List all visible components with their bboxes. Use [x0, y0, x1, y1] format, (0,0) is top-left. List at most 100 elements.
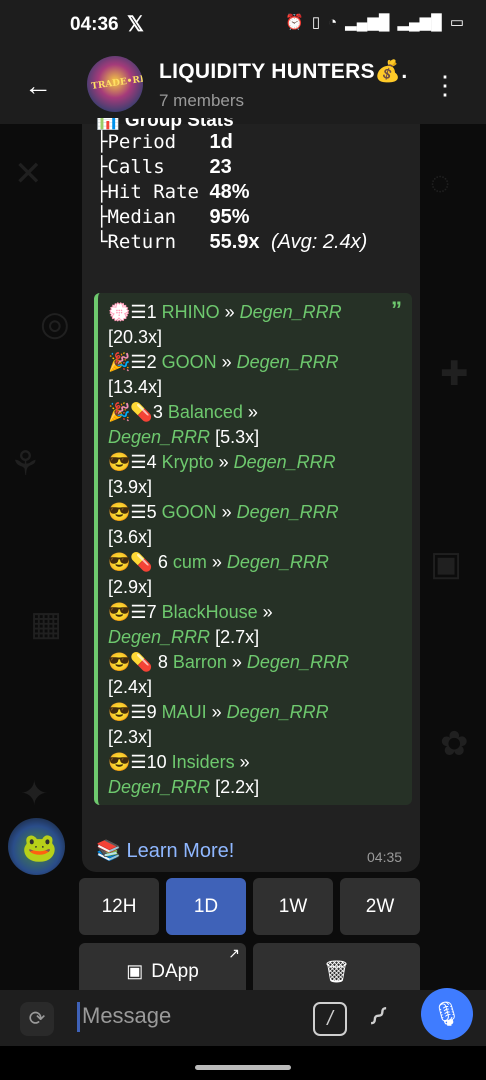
token-name[interactable]: Barron [173, 652, 227, 672]
token-name[interactable]: GOON [162, 502, 217, 522]
sticker-icon[interactable]: ⟳ [20, 1002, 54, 1036]
leaderboard-line: 💮☰1 RHINO » Degen_RRR [108, 300, 400, 325]
button-2w[interactable]: 2W [340, 878, 420, 935]
trash-icon: 🗑 [322, 958, 351, 984]
caller-name[interactable]: Degen_RRR [234, 452, 336, 472]
button-1d[interactable]: 1D [166, 878, 246, 935]
line-text: 8 [152, 652, 173, 672]
token-name[interactable]: Insiders [172, 752, 235, 772]
chat-header: ← TRADE•RIDWAN LIQUIDITY HUNTERS💰. 7 mem… [0, 50, 486, 124]
leaderboard-line: [2.9x] [108, 575, 400, 600]
alarm-icon: ⏰ [285, 14, 304, 31]
avatar[interactable]: 🐸 [8, 818, 65, 875]
leaderboard-line: [3.9x] [108, 475, 400, 500]
caller-name[interactable]: Degen_RRR [108, 627, 210, 647]
line-text: » [234, 752, 250, 772]
token-name[interactable]: Krypto [162, 452, 219, 472]
learn-more-link[interactable]: 📚 Learn More! [96, 838, 234, 863]
line-text: 5 [146, 502, 162, 522]
line-text: 1 [146, 302, 162, 322]
stats-row: ├Hit Rate 48% [96, 181, 250, 203]
leaderboard-line: Degen_RRR [2.2x] [108, 775, 400, 800]
leaderboard-line: 😎💊 6 cum » Degen_RRR [108, 550, 400, 575]
line-text: [13.4x] [108, 377, 163, 397]
token-name[interactable]: RHINO [162, 302, 220, 322]
mic-icon: 🎙 [431, 1000, 463, 1028]
stats-row: ├Median 95% [96, 206, 250, 228]
nav-bar [0, 1046, 486, 1080]
caller-name[interactable]: Degen_RRR [237, 352, 339, 372]
screen-chart-icon: ▣ [126, 961, 144, 981]
chat-title[interactable]: LIQUIDITY HUNTERS💰. [159, 60, 407, 84]
doodle-icon: ▣ [430, 545, 463, 583]
stats-row: └Return 55.9x (Avg: 2.4x) [96, 231, 368, 253]
doodle-icon: ✿ [440, 725, 469, 763]
line-text: [2.9x] [108, 577, 153, 597]
leaderboard-line: [20.3x] [108, 325, 400, 350]
leaderboard-line: [3.6x] [108, 525, 400, 550]
vibrate-icon: ▯ [311, 14, 321, 31]
line-text: [3.6x] [108, 527, 153, 547]
token-name[interactable]: BlackHouse [162, 602, 258, 622]
status-bar: 04:36 𝕏 ⏰ ▯ ◔ ▂▄▆█ ▂▄▆█ ▭ [0, 0, 486, 50]
external-link-icon: ↗ [228, 945, 240, 961]
stats-row: ├Calls 23 [96, 156, 232, 178]
caller-name[interactable]: Degen_RRR [240, 302, 342, 322]
line-text: 10 [146, 752, 172, 772]
line-text: 🎉💊 [108, 402, 153, 422]
line-text: 4 [146, 452, 162, 472]
line-text: » [216, 352, 237, 372]
caller-name[interactable]: Degen_RRR [108, 427, 210, 447]
leaderboard-line: 😎💊 8 Barron » Degen_RRR [108, 650, 400, 675]
mic-button[interactable]: 🎙 [421, 988, 473, 1040]
token-name[interactable]: cum [173, 552, 207, 572]
line-text: 7 [146, 602, 162, 622]
stats-heading: 📊 Group Stats [96, 118, 234, 130]
line-text: » [216, 502, 237, 522]
line-text: 3 [152, 402, 168, 422]
token-name[interactable]: GOON [162, 352, 217, 372]
caller-name[interactable]: Degen_RRR [108, 777, 210, 797]
token-name[interactable]: MAUI [162, 702, 207, 722]
message-input-bar: ⟳ Message / ⌇ 🎙 [0, 988, 486, 1046]
line-text: 😎💊 [108, 552, 153, 572]
line-text: 😎☰ [108, 602, 147, 622]
bot-command-icon[interactable]: / [313, 1002, 347, 1036]
leaderboard-line: 😎☰4 Krypto » Degen_RRR [108, 450, 400, 475]
stats-row: ├Period 1d [96, 131, 233, 153]
more-vert-icon[interactable]: ⋮ [432, 72, 458, 98]
line-text: 😎💊 [108, 652, 153, 672]
frog-avatar-icon: 🐸 [22, 832, 57, 863]
leaderboard-line: 😎☰5 GOON » Degen_RRR [108, 500, 400, 525]
line-text: » [226, 652, 247, 672]
caller-name[interactable]: Degen_RRR [227, 702, 329, 722]
caller-name[interactable]: Degen_RRR [237, 502, 339, 522]
button-1w[interactable]: 1W [253, 878, 333, 935]
message-input[interactable]: Message [82, 1003, 171, 1029]
line-text: [2.3x] [108, 727, 153, 747]
line-text: » [206, 552, 227, 572]
line-text: [2.4x] [108, 677, 153, 697]
line-text: 😎☰ [108, 502, 147, 522]
line-text: [2.7x] [210, 627, 260, 647]
wifi-icon: ◔ [328, 13, 338, 31]
caller-name[interactable]: Degen_RRR [247, 652, 349, 672]
back-arrow-icon[interactable]: ← [24, 72, 52, 100]
home-indicator[interactable] [195, 1065, 291, 1070]
line-text: » [257, 602, 273, 622]
signal-4g-icon: ▂▄▆█ [397, 14, 442, 31]
button-12h[interactable]: 12H [79, 878, 159, 935]
doodle-icon: ◌ [430, 164, 451, 202]
x-logo-icon: 𝕏 [127, 13, 144, 36]
leaderboard-line: 🎉💊3 Balanced » [108, 400, 400, 425]
token-name[interactable]: Balanced [168, 402, 243, 422]
message-timestamp: 04:35 [367, 849, 403, 865]
attach-icon[interactable]: ⌇ [361, 1000, 394, 1033]
leaderboard-line: 🎉☰2 GOON » Degen_RRR [108, 350, 400, 375]
line-text: » [242, 402, 258, 422]
line-text: 😎☰ [108, 452, 147, 472]
group-avatar[interactable]: TRADE•RIDWAN [87, 56, 143, 112]
leaderboard-line: [2.3x] [108, 725, 400, 750]
leaderboard-line: 😎☰7 BlackHouse » [108, 600, 400, 625]
caller-name[interactable]: Degen_RRR [227, 552, 329, 572]
